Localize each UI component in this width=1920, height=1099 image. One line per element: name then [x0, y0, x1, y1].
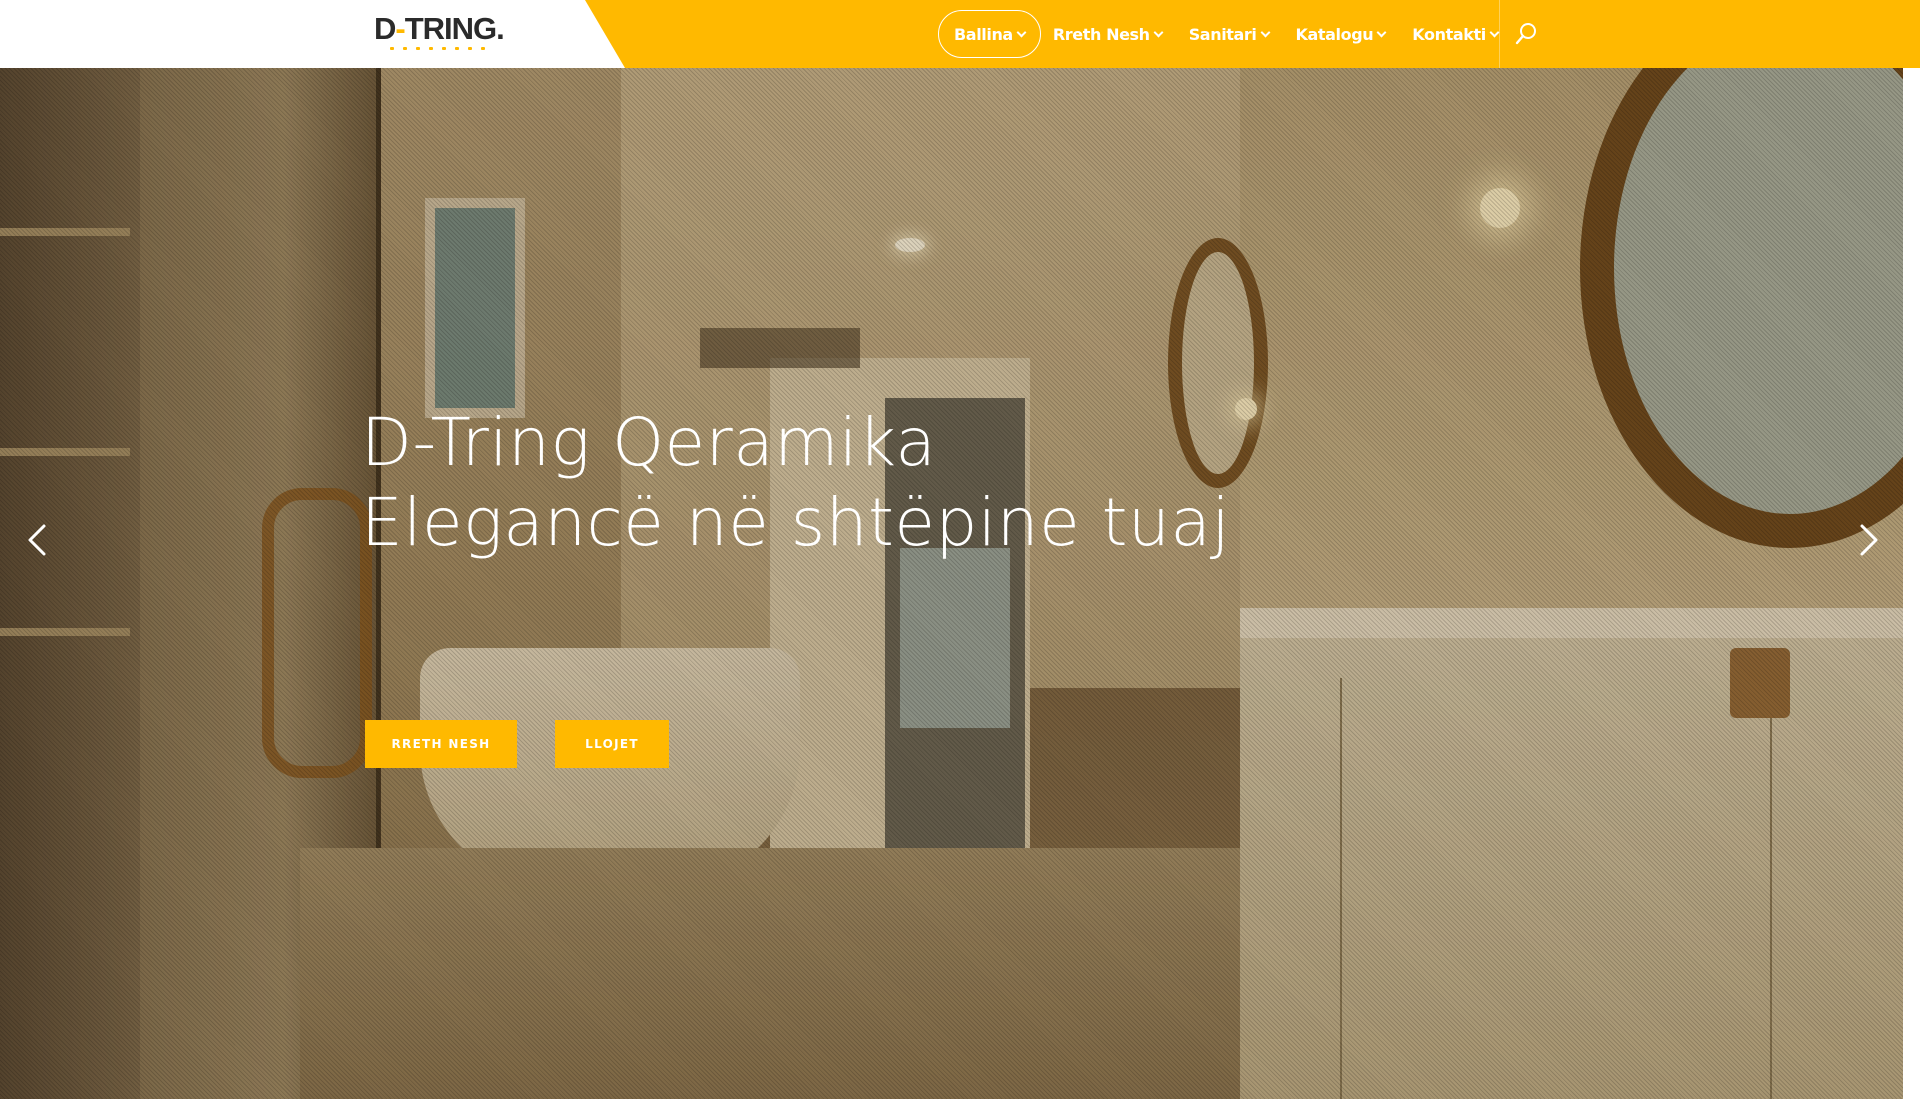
- nav-item-sanitari[interactable]: Sanitari: [1174, 10, 1284, 58]
- nav-divider: [1499, 0, 1500, 68]
- chevron-down-icon: [1489, 27, 1500, 37]
- nav-item-label: Ballina: [954, 24, 1013, 44]
- main-navigation: Ballina Rreth Nesh Sanitari Katalogu Kon…: [938, 10, 1513, 58]
- nav-item-label: Sanitari: [1188, 24, 1257, 44]
- chevron-down-icon: [1376, 27, 1387, 37]
- logo-panel: [0, 0, 625, 68]
- hero-title-line-1: D-Tring Qeramika: [361, 404, 937, 481]
- nav-item-label: Katalogu: [1295, 24, 1374, 44]
- hero-background-image: [0, 68, 1903, 1099]
- rreth-nesh-button[interactable]: RRETH NESH: [365, 720, 517, 768]
- site-logo[interactable]: D-TRING.: [374, 11, 505, 54]
- nav-item-kontakti[interactable]: Kontakti: [1397, 10, 1513, 58]
- nav-item-ballina[interactable]: Ballina: [938, 10, 1041, 58]
- chevron-down-icon: [1016, 27, 1027, 37]
- chevron-left-icon[interactable]: [18, 512, 58, 568]
- chevron-right-icon[interactable]: [1848, 512, 1888, 568]
- page-edge: [1903, 68, 1920, 1099]
- hero-title: D-Tring Qeramika Elegancë në shtëpine tu…: [361, 403, 1230, 563]
- hero-slider: D-Tring Qeramika Elegancë në shtëpine tu…: [0, 68, 1903, 1099]
- search-icon[interactable]: [1514, 21, 1540, 47]
- site-header: D-TRING. Ballina Rreth Nesh Sanitari Kat…: [0, 0, 1920, 68]
- nav-item-label: Kontakti: [1412, 24, 1486, 44]
- nav-item-label: Rreth Nesh: [1052, 24, 1150, 44]
- logo-wordmark: D-TRING.: [374, 11, 505, 46]
- nav-item-rreth-nesh[interactable]: Rreth Nesh: [1038, 10, 1177, 58]
- chevron-down-icon: [1260, 27, 1270, 37]
- llojet-button[interactable]: LLOJET: [555, 720, 669, 768]
- hero-title-line-2: Elegancë në shtëpine tuaj: [361, 484, 1231, 561]
- nav-item-katalogu[interactable]: Katalogu: [1281, 10, 1401, 58]
- logo-tagline-dots: [390, 47, 504, 50]
- chevron-down-icon: [1153, 27, 1164, 37]
